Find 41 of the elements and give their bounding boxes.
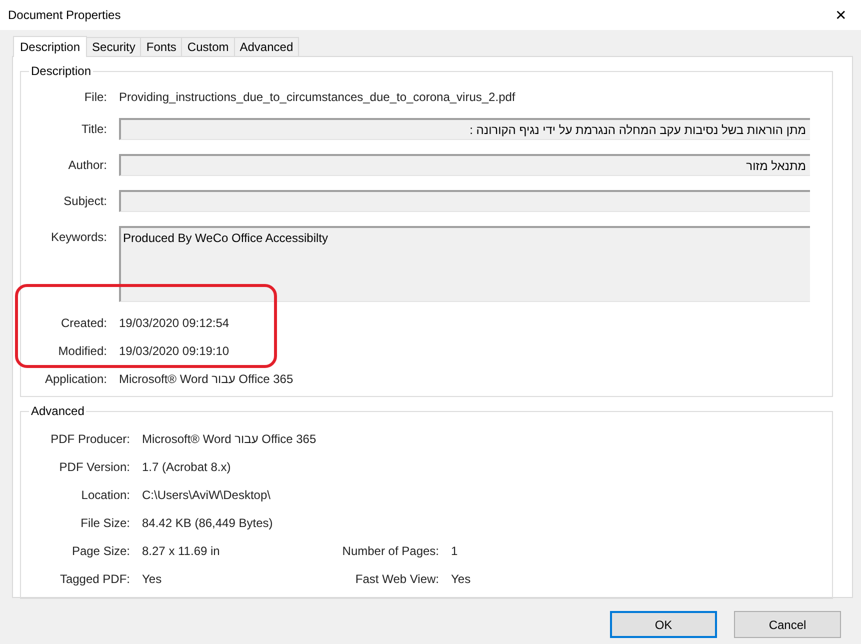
field-label: Location: [80,488,130,502]
field-label: Subject: [62,193,107,208]
tab[interactable]: Security [86,37,142,56]
field-label: File Size: [80,516,130,530]
field-label: Fast Web View: [354,572,439,586]
field-label: Author: [67,157,107,172]
field-label: File: [83,90,107,104]
field-value: Yes [142,572,162,586]
field-label: Number of Pages: [341,544,439,558]
field-value: 1.7 (Acrobat 8.x) [142,460,231,474]
field-label: Tagged PDF: [58,572,130,586]
field-value: 19/03/2020 09:19:10 [119,344,230,358]
tab[interactable]: Description [13,36,88,57]
field-value: Microsoft® Word עבור Office 365 [142,432,316,446]
field-label: Application: [44,372,107,386]
field-value: Microsoft® Word עבור Office 365 [119,372,294,386]
dialog-button[interactable]: Cancel [734,611,841,638]
field-label: PDF Producer: [50,432,130,446]
field-value: Providing_instructions_due_to_circumstances_due_to_corona_virus_2.pdf [119,90,516,104]
field-value: Yes [451,572,471,586]
field-label: Keywords: [50,229,107,244]
field-value: 19/03/2020 09:12:54 [119,316,230,330]
field-value: 84.42 KB (86,449 Bytes) [142,516,273,530]
field-label: Modified: [57,344,107,358]
field-label: Title: [80,121,107,136]
window-title: Document Properties [8,8,121,22]
close-button[interactable]: ✕ [835,7,847,23]
field-label: Page Size: [70,544,130,558]
field-value: 1 [451,544,458,558]
field-label: Created: [60,316,107,330]
field-value: 8.27 x 11.69 in [142,544,220,558]
input-field[interactable] [119,190,810,212]
dialog-button[interactable]: OK [610,611,717,638]
text-area[interactable]: Produced By WeCo Office Accessibilty [119,226,810,302]
field-label: PDF Version: [58,460,130,474]
group-legend: Description [29,64,94,78]
field-value: C:\Users\AviW\Desktop\ [142,488,270,502]
tab[interactable]: Advanced [234,37,300,56]
input-field[interactable]: מתן הוראות בשל נסיבות עקב המחלה הנגרמת על ידי נגיף הקורונה : [119,118,810,140]
group-legend: Advanced [29,404,86,418]
input-field[interactable]: מתנאל מזור [119,154,810,176]
